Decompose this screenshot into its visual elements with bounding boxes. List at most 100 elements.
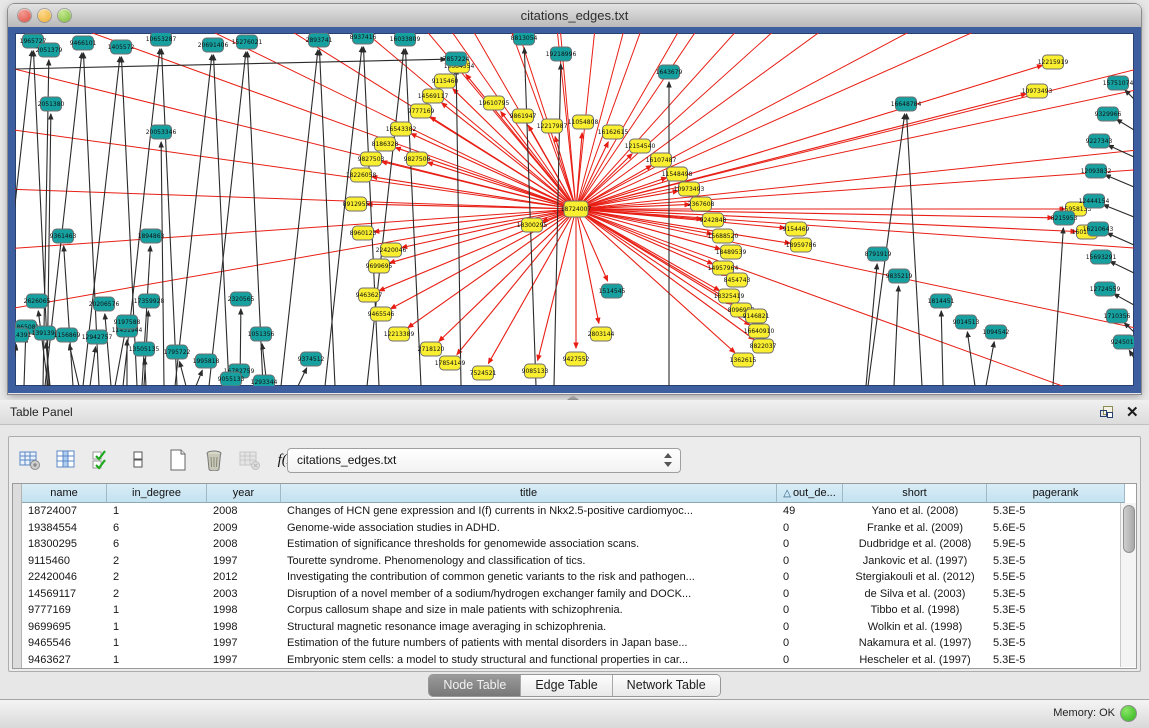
rows-icon[interactable] bbox=[125, 447, 151, 473]
graph-node[interactable]: 2718120 bbox=[418, 342, 445, 356]
graph-node[interactable]: 11054808 bbox=[568, 115, 599, 129]
table-cell[interactable]: 0 bbox=[777, 619, 843, 636]
graph-node[interactable]: 12217987 bbox=[537, 119, 568, 133]
graph-node[interactable]: 9154469 bbox=[783, 222, 810, 236]
graph-node[interactable]: 9085133 bbox=[522, 364, 549, 378]
table-cell[interactable]: 5.3E-5 bbox=[987, 619, 1125, 636]
graph-edge-black[interactable] bbox=[180, 362, 186, 386]
graph-edge-black[interactable] bbox=[866, 264, 877, 386]
graph-edge-red[interactable] bbox=[576, 209, 1134, 386]
table-cell[interactable]: 2012 bbox=[207, 569, 281, 586]
table-cell[interactable]: 1997 bbox=[207, 635, 281, 652]
table-cell[interactable]: 0 bbox=[777, 652, 843, 669]
graph-node[interactable]: 2367608 bbox=[688, 197, 715, 211]
column-header-year[interactable]: year bbox=[207, 484, 281, 503]
window-titlebar[interactable]: citations_edges.txt bbox=[8, 4, 1141, 28]
table-cell[interactable]: 1998 bbox=[207, 619, 281, 636]
graph-node[interactable]: 9014513 bbox=[953, 315, 980, 329]
network-canvas[interactable]: 1872400719384554911546014569117977716919… bbox=[15, 33, 1134, 386]
table-row[interactable]: 911546021997Tourette syndrome. Phenomeno… bbox=[22, 553, 1125, 570]
table-cell[interactable]: 0 bbox=[777, 520, 843, 537]
graph-edge-black[interactable] bbox=[1103, 205, 1134, 217]
graph-edge-red[interactable] bbox=[578, 217, 599, 323]
graph-node[interactable]: 7524521 bbox=[470, 366, 497, 380]
table-cell[interactable]: 2003 bbox=[207, 586, 281, 603]
graph-node[interactable]: 10973493 bbox=[1022, 84, 1053, 98]
table-cell[interactable]: Structural magnetic resonance image aver… bbox=[281, 619, 777, 636]
table-cell[interactable]: Franke et al. (2009) bbox=[843, 520, 987, 537]
select-rows-icon[interactable] bbox=[89, 447, 115, 473]
table-cell[interactable]: Corpus callosum shape and size in male p… bbox=[281, 602, 777, 619]
graph-node[interactable]: 9827503 bbox=[358, 152, 385, 166]
graph-node[interactable]: 1795722 bbox=[164, 345, 191, 359]
table-cell[interactable]: 0 bbox=[777, 569, 843, 586]
graph-edge-red[interactable] bbox=[402, 211, 568, 248]
table-cell[interactable]: 2008 bbox=[207, 503, 281, 520]
graph-node[interactable]: 9427552 bbox=[563, 352, 590, 366]
graph-node[interactable]: 1156869 bbox=[54, 328, 81, 342]
float-panel-icon[interactable] bbox=[1100, 406, 1113, 418]
graph-node[interactable]: 18724007 bbox=[561, 201, 592, 217]
table-cell[interactable]: 1 bbox=[107, 602, 207, 619]
table-row[interactable]: 1830029562008Estimation of significance … bbox=[22, 536, 1125, 553]
graph-edge-red[interactable] bbox=[408, 214, 569, 328]
graph-node[interactable]: 18325419 bbox=[714, 289, 745, 303]
graph-edge-black[interactable] bbox=[941, 311, 943, 386]
column-icon[interactable] bbox=[53, 447, 79, 473]
table-row[interactable]: 1872400712008Changes of HCN gene express… bbox=[22, 503, 1125, 520]
table-cell[interactable]: 19384554 bbox=[22, 520, 107, 537]
graph-node[interactable]: 1293344 bbox=[251, 375, 278, 386]
table-cell[interactable]: 2009 bbox=[207, 520, 281, 537]
graph-node[interactable]: 1643679 bbox=[656, 65, 683, 79]
graph-node[interactable]: 9835219 bbox=[886, 269, 913, 283]
graph-node[interactable]: 2320565 bbox=[228, 292, 255, 306]
table-cell[interactable]: 5.3E-5 bbox=[987, 635, 1125, 652]
graph-node[interactable]: 1894863 bbox=[138, 229, 165, 243]
table-cell[interactable]: 5.5E-5 bbox=[987, 569, 1125, 586]
graph-edge-black[interactable] bbox=[894, 286, 899, 386]
graph-edge-black[interactable] bbox=[69, 345, 79, 386]
table-cell[interactable]: 0 bbox=[777, 553, 843, 570]
table-cell[interactable]: 2 bbox=[107, 586, 207, 603]
graph-edge-black[interactable] bbox=[24, 337, 26, 386]
graph-edge-black[interactable] bbox=[319, 50, 335, 386]
table-cell[interactable]: Disruption of a novel member of a sodium… bbox=[281, 586, 777, 603]
graph-node[interactable]: 9465546 bbox=[368, 307, 395, 321]
graph-node[interactable]: 9242848 bbox=[700, 213, 727, 227]
graph-node[interactable]: 18300295 bbox=[517, 218, 548, 232]
graph-node[interactable]: 9374512 bbox=[298, 352, 325, 366]
table-cell[interactable]: 0 bbox=[777, 602, 843, 619]
graph-node[interactable]: 18489539 bbox=[716, 245, 747, 259]
graph-edge-black[interactable] bbox=[1117, 119, 1134, 130]
graph-edge-red[interactable] bbox=[584, 65, 1043, 206]
table-cell[interactable]: 2 bbox=[107, 553, 207, 570]
close-panel-icon[interactable]: ✕ bbox=[1126, 403, 1139, 421]
table-cell[interactable]: 1997 bbox=[207, 553, 281, 570]
graph-node[interactable]: 8813054 bbox=[511, 33, 538, 45]
graph-node[interactable]: 2803144 bbox=[588, 327, 615, 341]
graph-node[interactable]: 8186328 bbox=[372, 137, 399, 151]
graph-node[interactable]: 9146821 bbox=[743, 309, 770, 323]
delete-icon[interactable] bbox=[201, 447, 227, 473]
graph-node[interactable]: 15751074 bbox=[1103, 76, 1134, 90]
table-cell[interactable]: 5.3E-5 bbox=[987, 503, 1125, 520]
table-cell[interactable]: 9699695 bbox=[22, 619, 107, 636]
graph-edge-black[interactable] bbox=[1129, 350, 1134, 358]
table-cell[interactable]: Dudbridge et al. (2008) bbox=[843, 536, 987, 553]
new-document-icon[interactable] bbox=[165, 447, 191, 473]
graph-node[interactable]: 12724559 bbox=[1090, 282, 1121, 296]
graph-edge-red[interactable] bbox=[382, 162, 569, 207]
table-cell[interactable]: 6 bbox=[107, 520, 207, 537]
table-cell[interactable]: Yano et al. (2008) bbox=[843, 503, 987, 520]
graph-edge-red[interactable] bbox=[576, 209, 1134, 386]
graph-node[interactable]: 18959786 bbox=[786, 238, 817, 252]
table-cell[interactable]: 0 bbox=[777, 536, 843, 553]
table-row[interactable]: 1456911722003Disruption of a novel membe… bbox=[22, 586, 1125, 603]
table-cell[interactable]: 1997 bbox=[207, 652, 281, 669]
graph-node[interactable]: 1405572 bbox=[108, 40, 135, 54]
graph-node[interactable]: 9861947 bbox=[510, 109, 537, 123]
graph-edge-black[interactable] bbox=[15, 345, 16, 386]
table-cell[interactable]: Estimation of the future numbers of pati… bbox=[281, 635, 777, 652]
graph-node[interactable]: 8912955 bbox=[343, 197, 370, 211]
vertical-scrollbar[interactable] bbox=[1120, 503, 1136, 667]
